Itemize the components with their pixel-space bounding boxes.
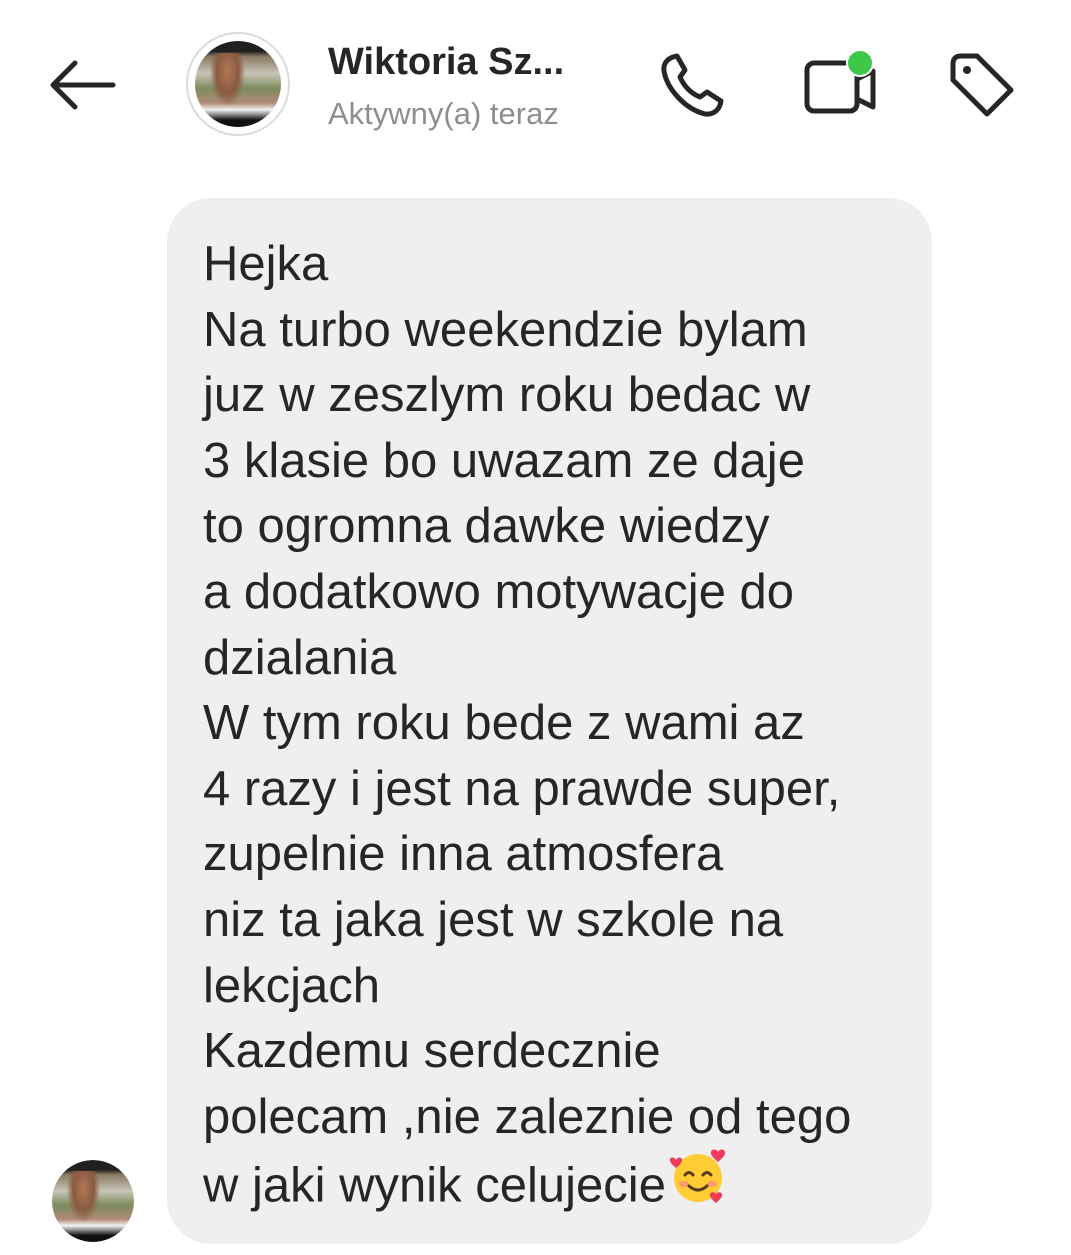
message-line: 4 razy i jest na prawde super, <box>203 761 841 816</box>
message-line: juz w zeszlym roku bedac w <box>203 368 811 423</box>
activity-status: Aktywny(a) teraz <box>328 96 559 131</box>
message-line: a dodatkowo motywacje do <box>203 564 795 619</box>
contact-name: Wiktoria Sz... <box>328 41 565 83</box>
message-line: W tym roku bede z wami az <box>203 696 805 751</box>
message-line: zupelnie inna atmosfera <box>203 827 724 882</box>
contact-avatar[interactable] <box>186 32 290 136</box>
message-line: niz ta jaka jest w szkole na <box>203 892 784 947</box>
message-line: Na turbo weekendzie bylam <box>203 302 808 357</box>
avatar-photo <box>52 1160 134 1242</box>
message-line: Kazdemu serdecznie <box>203 1024 661 1079</box>
message-line: polecam ,nie zaleznie od tego <box>203 1089 852 1144</box>
tag-button[interactable] <box>940 46 1022 126</box>
message-line: lekcjach <box>203 958 381 1013</box>
tag-icon <box>950 53 1014 117</box>
online-indicator <box>846 49 874 77</box>
voice-call-button[interactable] <box>652 46 732 126</box>
message-line-last: w jaki wynik celujecie <box>203 1149 898 1216</box>
arrow-left-icon <box>50 60 116 110</box>
message-line: 3 klasie bo uwazam ze daje <box>203 433 805 488</box>
contact-info[interactable]: Wiktoria Sz... Aktywny(a) teraz <box>328 40 564 134</box>
avatar-photo <box>195 41 281 127</box>
message-bubble[interactable]: Hejka Na turbo weekendzie bylam juz w ze… <box>167 198 932 1244</box>
smiling-face-with-hearts-icon <box>668 1146 728 1224</box>
chat-header: Wiktoria Sz... Aktywny(a) teraz <box>0 0 1071 170</box>
sender-avatar[interactable] <box>52 1160 134 1242</box>
phone-icon <box>661 53 724 117</box>
message-line: Hejka <box>203 237 329 291</box>
message-line: to ogromna dawke wiedzy <box>203 499 770 554</box>
back-button[interactable] <box>40 50 122 120</box>
video-call-button[interactable] <box>795 44 885 124</box>
message-line: dzialania <box>203 630 397 685</box>
message-line-text: w jaki wynik celujecie <box>203 1159 666 1214</box>
